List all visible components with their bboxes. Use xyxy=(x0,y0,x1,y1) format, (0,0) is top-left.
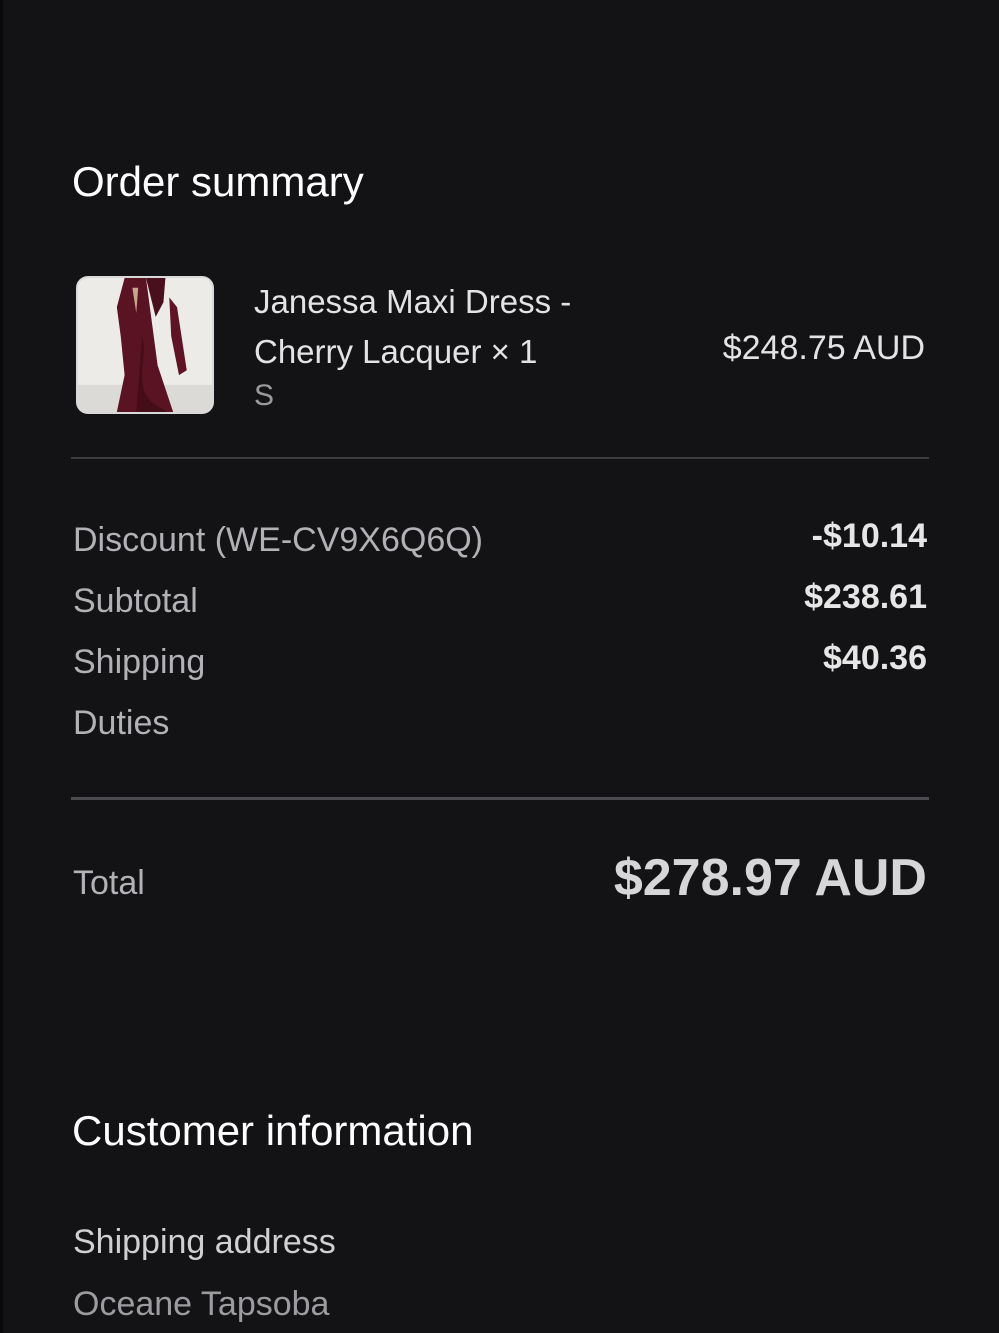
duties-label: Duties xyxy=(73,704,170,742)
divider xyxy=(71,457,929,459)
total-label: Total xyxy=(73,864,145,902)
order-summary-title: Order summary xyxy=(72,158,364,205)
subtotal-label: Subtotal xyxy=(73,582,198,620)
shipping-label: Shipping xyxy=(73,643,206,681)
shipping-value: $40.36 xyxy=(823,639,927,677)
dress-thumbnail-icon xyxy=(76,276,214,414)
total-divider xyxy=(71,797,929,800)
product-price: $248.75 AUD xyxy=(722,329,925,367)
discount-value: -$10.14 xyxy=(811,517,927,555)
left-edge xyxy=(0,0,3,1333)
total-value: $278.97 AUD xyxy=(613,849,927,907)
shipping-address-label: Shipping address xyxy=(73,1223,336,1261)
subtotal-value: $238.61 xyxy=(804,578,927,616)
product-variant: S xyxy=(254,379,275,412)
shipping-address-name: Oceane Tapsoba xyxy=(73,1285,330,1323)
product-name: Janessa Maxi Dress - Cherry Lacquer × 1 xyxy=(254,283,572,370)
discount-label: Discount (WE-CV9X6Q6Q) xyxy=(73,521,483,559)
customer-information-title: Customer information xyxy=(72,1107,474,1154)
